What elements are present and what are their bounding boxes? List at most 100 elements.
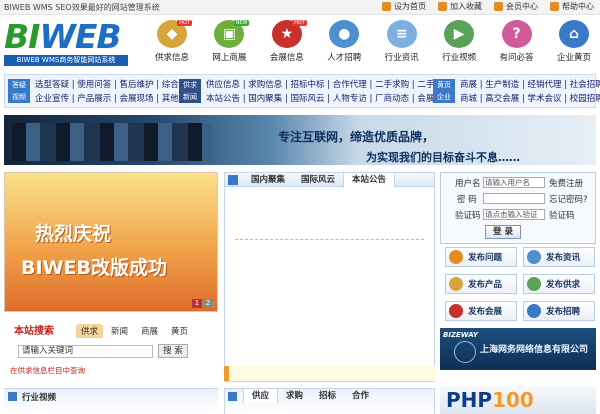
login-button[interactable]: 登 录 <box>485 225 521 239</box>
captcha-label: 验证码 <box>455 211 481 221</box>
top-links: 设为首页 加入收藏 会员中心 帮助中心 <box>382 1 594 12</box>
captcha-input[interactable]: 请点击输入验证 <box>483 209 545 220</box>
top-bar: BIWEB WMS SEO效果最好的网站管理系统 设为首页 加入收藏 会员中心 … <box>0 0 600 15</box>
nav-item-news[interactable]: ≡ 行业资讯 <box>380 20 424 63</box>
bookmark-icon <box>438 2 447 11</box>
category-links-supply-news[interactable]: 供应信息 | 求购信息 | 招标中标 | 合作代理 | 二手求购 | 二手供应本… <box>206 78 451 106</box>
help-center-link[interactable]: 帮助中心 <box>550 1 594 12</box>
nav-item-exhibition[interactable]: ★ HOT 会展信息 <box>265 20 309 63</box>
nav-item-supply[interactable]: ◆ HOT 供求信息 <box>150 20 194 63</box>
section-icon <box>228 392 237 401</box>
password-label: 密 码 <box>457 195 477 205</box>
news-tab-bar: 国内聚集 国际风云 本站公告 <box>225 173 434 188</box>
star-icon <box>449 304 463 318</box>
category-badge-supply-news: 供求 新闻 <box>179 79 201 103</box>
video-icon: ▶ <box>444 20 475 48</box>
publish-question-button[interactable]: 发布问题 <box>445 247 517 267</box>
home-icon <box>382 2 391 11</box>
publish-info-button[interactable]: 发布资讯 <box>523 247 595 267</box>
site-slogan: BIWEB WMS SEO效果最好的网站管理系统 <box>4 3 160 12</box>
sponsor-ad[interactable]: BIZEWAY 上海网务网络信息有限公司 <box>440 328 596 370</box>
video-section-title: 行业视频 <box>22 393 57 403</box>
login-box: 用户名 请输入用户名 免费注册 密 码 忘记密码? 验证码 请点击输入验证 验证… <box>440 172 596 244</box>
nav-item-recruit[interactable]: ● 人才招聘 <box>322 20 366 63</box>
category-badge-qa-video: 答疑 视频 <box>8 79 30 103</box>
section-icon <box>228 175 238 185</box>
divider <box>235 239 424 240</box>
tab-announcement[interactable]: 本站公告 <box>343 173 396 188</box>
globe-icon <box>454 341 476 363</box>
nav-item-video[interactable]: ▶ 行业视频 <box>437 20 481 63</box>
tab-international[interactable]: 国际风云 <box>293 173 343 188</box>
product-icon <box>449 277 463 291</box>
password-input[interactable] <box>483 193 545 204</box>
search-title: 本站搜索 <box>14 326 54 337</box>
hero-banner[interactable]: 专注互联网，缔造优质品牌， 为实现我们的目标奋斗不息…… <box>4 115 596 165</box>
php100-ad[interactable]: PHP100 <box>440 386 596 414</box>
banner-line-1: 专注互联网，缔造优质品牌， <box>278 130 435 144</box>
category-links-yellowpage[interactable]: 商展 | 生产制造 | 经销代理 | 社会招聘 商城 | 高交会展 | 学术会议 … <box>460 78 600 106</box>
search-hint: 在供求信息栏目中查询 <box>10 366 85 375</box>
slide-page-2[interactable]: 2 <box>203 299 213 308</box>
slide-subheading: BIWEB改版成功 <box>21 257 167 279</box>
news-panel: 国内聚集 国际风云 本站公告 <box>224 172 435 382</box>
section-icon <box>8 392 17 401</box>
username-input[interactable]: 请输入用户名 <box>483 177 545 188</box>
supply-tab-bar: 供应 求购 招标 合作 <box>224 388 435 414</box>
forgot-password-link[interactable]: 忘记密码? <box>549 193 588 205</box>
tab-domestic[interactable]: 国内聚集 <box>243 173 293 188</box>
hot-tag: HOT <box>292 20 307 26</box>
member-center-link[interactable]: 会员中心 <box>494 1 538 12</box>
slide-heading: 热烈庆祝 <box>35 223 112 245</box>
yellowpage-icon: ⌂ <box>558 20 589 48</box>
publish-supply-button[interactable]: 发布供求 <box>523 274 595 294</box>
set-home-link[interactable]: 设为首页 <box>382 1 426 12</box>
ticker-marker <box>224 366 229 381</box>
add-favorite-link[interactable]: 加入收藏 <box>438 1 482 12</box>
nav-item-expo[interactable]: ▣ NEW 网上商展 <box>207 20 251 63</box>
member-icon <box>494 2 503 11</box>
publish-product-button[interactable]: 发布产品 <box>445 274 517 294</box>
category-links-qa-video[interactable]: 选型答疑 | 使用问答 | 售后维护 | 综合 企业宣传 | 产品展示 | 会展现… <box>35 78 179 106</box>
category-bar: 答疑 视频 选型答疑 | 使用问答 | 售后维护 | 综合 企业宣传 | 产品展示 … <box>4 74 600 108</box>
banner-line-2: 为实现我们的目标奋斗不息…… <box>366 151 520 164</box>
publish-buttons: 发布问题 发布资讯 发布产品 发布供求 发布会展 发布招聘 <box>445 247 596 323</box>
recruit-icon: ● <box>329 20 360 48</box>
ad-brand: BIZEWAY <box>443 331 478 339</box>
video-section-header: 行业视频 <box>4 388 218 414</box>
tab-cooperation[interactable]: 合作 <box>344 389 377 403</box>
search-input[interactable]: 请输入关键词 <box>18 345 153 358</box>
publish-expo-button[interactable]: 发布会展 <box>445 301 517 321</box>
search-tab-supply[interactable]: 供求 <box>76 324 104 338</box>
new-tag: NEW <box>233 20 250 26</box>
search-button[interactable]: 搜 索 <box>158 344 188 358</box>
tab-supply[interactable]: 供应 <box>243 389 279 403</box>
search-tab-yellowpage[interactable]: 黄页 <box>166 324 193 338</box>
publish-recruit-button[interactable]: 发布招聘 <box>523 301 595 321</box>
slideshow[interactable]: 热烈庆祝 BIWEB改版成功 1 2 <box>4 172 218 312</box>
tab-bidding[interactable]: 招标 <box>311 389 344 403</box>
hot-tag: HOT <box>177 20 192 26</box>
captcha-image[interactable]: 验证码 <box>549 209 575 221</box>
nav-item-qa[interactable]: ? 有问必答 <box>495 20 539 63</box>
register-link[interactable]: 免费注册 <box>549 177 583 189</box>
news-icon: ≡ <box>386 20 417 48</box>
nav-item-yellowpage[interactable]: ⌂ 企业黄页 <box>552 20 596 63</box>
search-tab-expo[interactable]: 商展 <box>136 324 163 338</box>
site-search: 本站搜索 供求 新闻 商展 黄页 请输入关键词 搜 索 在供求信息栏目中查询 <box>4 318 218 380</box>
help-icon <box>550 2 559 11</box>
slide-pager: 1 2 <box>192 299 213 308</box>
qa-icon: ? <box>501 20 532 48</box>
site-logo[interactable]: BIWEB BIWEB WMS商务智能网站系统 <box>4 17 128 66</box>
logo-subtitle: BIWEB WMS商务智能网站系统 <box>4 55 128 66</box>
search-tabs: 供求 新闻 商展 黄页 <box>76 324 193 338</box>
main-nav: ◆ HOT 供求信息 ▣ NEW 网上商展 ★ HOT 会展信息 ● 人才招聘 ≡ 行业资讯 ▶… <box>150 20 596 63</box>
search-tab-news[interactable]: 新闻 <box>106 324 133 338</box>
tab-purchase[interactable]: 求购 <box>278 389 311 403</box>
news-ticker <box>224 366 435 381</box>
question-icon <box>449 250 463 264</box>
slide-page-1[interactable]: 1 <box>192 299 202 308</box>
logo-web: WEB <box>39 17 121 56</box>
supply-icon <box>527 277 541 291</box>
info-icon <box>527 250 541 264</box>
